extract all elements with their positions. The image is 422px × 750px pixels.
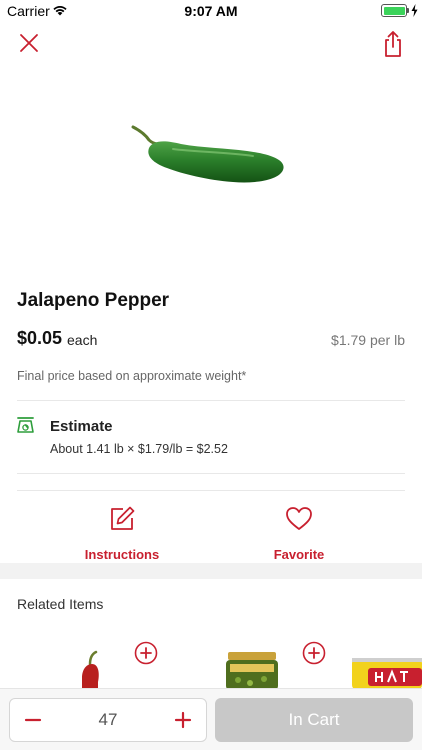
battery-tip bbox=[407, 8, 409, 13]
quantity-stepper[interactable]: 47 bbox=[9, 698, 207, 742]
share-icon[interactable] bbox=[381, 30, 405, 58]
price-unit: each bbox=[67, 332, 98, 348]
status-bar: Carrier 9:07 AM bbox=[0, 0, 422, 22]
add-circle-icon[interactable] bbox=[302, 641, 326, 665]
related-item-image[interactable] bbox=[70, 650, 110, 690]
related-item-image[interactable] bbox=[222, 650, 282, 690]
instructions-label: Instructions bbox=[84, 547, 160, 562]
heart-icon bbox=[286, 507, 312, 530]
clock: 9:07 AM bbox=[184, 3, 238, 19]
section-separator bbox=[0, 563, 422, 579]
price-note: Final price based on approximate weight* bbox=[17, 369, 247, 383]
add-circle-icon[interactable] bbox=[134, 641, 158, 665]
plus-icon[interactable] bbox=[174, 711, 192, 729]
favorite-button[interactable]: Favorite bbox=[229, 505, 369, 562]
related-items-title: Related Items bbox=[17, 596, 104, 612]
divider bbox=[17, 473, 405, 474]
in-cart-button[interactable]: In Cart bbox=[215, 698, 413, 742]
price-per-lb: $1.79 per lb bbox=[331, 332, 405, 348]
battery-icon bbox=[381, 4, 407, 17]
product-title: Jalapeno Pepper bbox=[17, 290, 170, 311]
charging-bolt-icon bbox=[411, 4, 418, 17]
product-price: $0.05 bbox=[17, 328, 63, 348]
scale-icon bbox=[17, 417, 34, 433]
product-image bbox=[131, 125, 284, 183]
related-item-image[interactable] bbox=[352, 658, 422, 690]
close-icon[interactable] bbox=[18, 32, 40, 54]
bottom-bar: 47 In Cart bbox=[0, 688, 422, 750]
estimate-title: Estimate bbox=[50, 418, 113, 435]
instructions-button[interactable]: Instructions bbox=[52, 505, 192, 562]
edit-icon bbox=[111, 506, 135, 530]
divider bbox=[17, 400, 405, 401]
estimate-calculation: About 1.41 lb × $1.79/lb = $2.52 bbox=[50, 442, 228, 456]
divider bbox=[17, 490, 405, 491]
favorite-label: Favorite bbox=[273, 547, 325, 562]
